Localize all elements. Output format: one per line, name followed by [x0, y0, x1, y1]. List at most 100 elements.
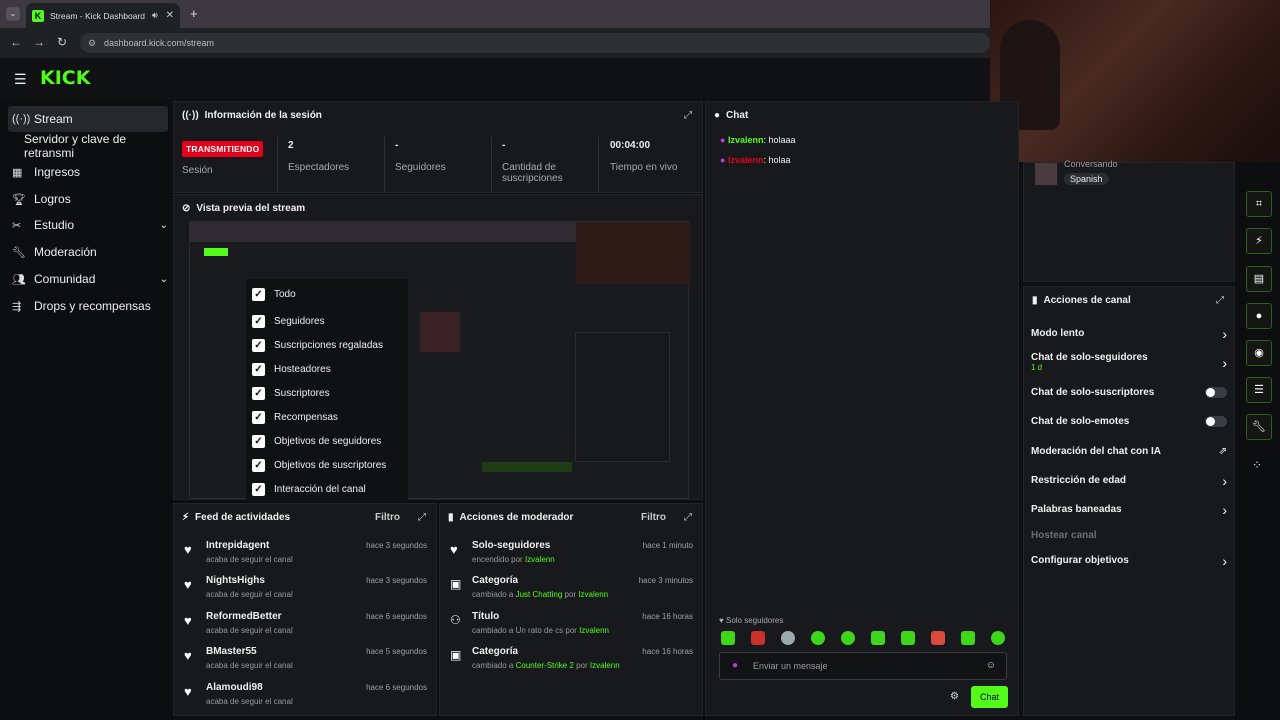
emote-icon[interactable]: [871, 631, 885, 645]
chat-username[interactable]: Izvalenn: [728, 155, 764, 165]
checkbox-checked-icon[interactable]: ✓: [252, 482, 265, 496]
emote-icon[interactable]: [721, 631, 735, 645]
sidebar-item-estudio[interactable]: ✂ Estudio ⌄: [8, 212, 168, 238]
emote-icon[interactable]: [991, 631, 1005, 645]
mic-icon: ●: [732, 660, 739, 671]
checkbox-checked-icon[interactable]: ✓: [252, 458, 265, 472]
expand-icon[interactable]: ⤢: [684, 110, 692, 121]
close-tab-icon[interactable]: ✕: [166, 10, 174, 21]
sidebar-item-moderacion[interactable]: 🔧︎ Moderación: [8, 239, 168, 265]
sidebar-item-comunidad[interactable]: 👥︎ Comunidad ⌄: [8, 266, 168, 292]
checkbox-checked-icon[interactable]: ✓: [252, 410, 265, 424]
menu-icon[interactable]: ☰: [14, 71, 27, 88]
action-restriccion-edad[interactable]: Restricción de edad ›: [1031, 473, 1227, 489]
session-title-text: Información de la sesión: [204, 110, 322, 121]
people-icon: 👥︎: [12, 273, 26, 286]
expand-icon[interactable]: ⤢: [1216, 295, 1224, 306]
filter-option-interaccion-canal[interactable]: ✓ Interacción del canal: [252, 479, 366, 499]
stat-value: -: [502, 140, 506, 151]
language-chip[interactable]: Spanish: [1064, 173, 1109, 185]
url-bar[interactable]: ⚙ dashboard.kick.com/stream: [80, 33, 990, 53]
sidebar-item-logros[interactable]: 🏆︎ Logros: [8, 186, 168, 212]
tab-search-icon[interactable]: ⌄: [6, 7, 20, 21]
expand-icon[interactable]: ⤢: [684, 512, 692, 523]
quick-clip-button[interactable]: ⌗: [1246, 191, 1272, 217]
speaker-icon[interactable]: 🔊︎: [152, 10, 158, 21]
browser-tab[interactable]: K Stream - Kick Dashboard 🔊︎ ✕: [26, 3, 180, 28]
feed-username[interactable]: Alamoudi98: [206, 682, 263, 693]
detail-link[interactable]: Izvalenn: [578, 590, 608, 599]
filter-option-todo[interactable]: ✓ Todo: [252, 284, 296, 304]
action-solo-seguidores[interactable]: Chat de solo-seguidores 1 d ›: [1031, 352, 1227, 372]
kick-logo[interactable]: KICK: [40, 67, 90, 89]
expand-icon[interactable]: ⤢: [418, 512, 426, 523]
back-icon[interactable]: ←: [10, 35, 22, 49]
more-widgets-icon[interactable]: ⁘: [1252, 458, 1262, 472]
toggle-switch[interactable]: [1205, 387, 1227, 398]
forward-icon[interactable]: →: [33, 35, 45, 49]
quick-doc-button[interactable]: ▤: [1246, 266, 1272, 292]
filter-option-suscriptores[interactable]: ✓ Suscriptores: [252, 383, 330, 403]
quick-wrench-button[interactable]: 🔧︎: [1246, 414, 1272, 440]
feed-row: ♥ Alamoudi98 acaba de seguir el canal hace …: [184, 682, 427, 716]
filter-option-suscripciones-regaladas[interactable]: ✓ Suscripciones regaladas: [252, 335, 383, 355]
emote-icon[interactable]: [931, 631, 945, 645]
detail-link[interactable]: Just Chatting: [516, 590, 563, 599]
sidebar-item-drops[interactable]: ⇶ Drops y recompensas: [8, 293, 168, 319]
action-label: Chat de solo-suscriptores: [1031, 387, 1155, 398]
action-palabras-baneadas[interactable]: Palabras baneadas ›: [1031, 502, 1227, 518]
action-modo-lento[interactable]: Modo lento ›: [1031, 326, 1227, 342]
feed-username[interactable]: Intrepidagent: [206, 540, 269, 551]
emote-icon[interactable]: [901, 631, 915, 645]
quick-list-button[interactable]: ☰: [1246, 377, 1272, 403]
sidebar-item-server-key[interactable]: Servidor y clave de retransmi: [8, 132, 174, 160]
detail-link[interactable]: Izvalenn: [590, 661, 620, 670]
emote-icon[interactable]: [841, 631, 855, 645]
feed-filter-button[interactable]: Filtro: [375, 512, 400, 523]
checkbox-checked-icon[interactable]: ✓: [252, 362, 265, 376]
checkbox-checked-icon[interactable]: ✓: [252, 434, 265, 448]
checkbox-checked-icon[interactable]: ✓: [252, 386, 265, 400]
emote-icon[interactable]: [751, 631, 765, 645]
checkbox-checked-icon[interactable]: ✓: [252, 314, 265, 328]
action-moderacion-ia[interactable]: Moderación del chat con IA ⇗: [1031, 446, 1227, 457]
feed-username[interactable]: NightsHighs: [206, 575, 265, 586]
detail-link[interactable]: Izvalenn: [579, 626, 609, 635]
action-solo-suscriptores[interactable]: Chat de solo-suscriptores: [1031, 387, 1227, 398]
site-info-icon[interactable]: ⚙: [88, 33, 96, 53]
filter-label: Suscripciones regaladas: [274, 339, 383, 351]
quick-bolt-button[interactable]: ⚡︎: [1246, 228, 1272, 254]
reload-icon[interactable]: ↻: [57, 35, 67, 49]
detail-link[interactable]: Izvalenn: [525, 555, 555, 564]
emote-icon[interactable]: [811, 631, 825, 645]
quick-chat-button[interactable]: ●: [1246, 303, 1272, 329]
new-tab-icon[interactable]: +: [190, 6, 198, 21]
filter-option-seguidores[interactable]: ✓ Seguidores: [252, 311, 325, 331]
emote-icon[interactable]: [781, 631, 795, 645]
chat-settings-icon[interactable]: ⚙: [950, 691, 959, 702]
chat-username[interactable]: Izvalenn: [728, 135, 764, 145]
filter-option-hosteadores[interactable]: ✓ Hosteadores: [252, 359, 331, 379]
feed-username[interactable]: ReformedBetter: [206, 611, 282, 622]
action-solo-emotes[interactable]: Chat de solo-emotes: [1031, 416, 1227, 427]
mic-icon: ●: [720, 135, 726, 145]
filter-option-recompensas[interactable]: ✓ Recompensas: [252, 407, 338, 427]
chat-input[interactable]: ● Enviar un mensaje ☺: [719, 652, 1007, 680]
sidebar-item-ingresos[interactable]: ▦ Ingresos: [8, 159, 168, 185]
emote-icon[interactable]: [961, 631, 975, 645]
toggle-switch[interactable]: [1205, 416, 1227, 427]
sidebar-item-stream[interactable]: ((·)) Stream: [8, 106, 168, 132]
mod-filter-button[interactable]: Filtro: [641, 512, 666, 523]
detail-link[interactable]: Counter-Strike 2: [516, 661, 574, 670]
send-chat-button[interactable]: Chat: [971, 686, 1008, 708]
chevron-right-icon: ›: [1222, 473, 1227, 489]
filter-option-objetivos-suscriptores[interactable]: ✓ Objetivos de suscriptores: [252, 455, 386, 475]
feed-username[interactable]: BMaster55: [206, 646, 257, 657]
feed-time: hace 5 segundos: [366, 647, 427, 656]
filter-option-objetivos-seguidores[interactable]: ✓ Objetivos de seguidores: [252, 431, 381, 451]
checkbox-checked-icon[interactable]: ✓: [252, 287, 265, 301]
action-configurar-objetivos[interactable]: Configurar objetivos ›: [1031, 553, 1227, 569]
checkbox-checked-icon[interactable]: ✓: [252, 338, 265, 352]
quick-broadcast-button[interactable]: ◉: [1246, 340, 1272, 366]
emoji-icon[interactable]: ☺: [986, 660, 996, 671]
